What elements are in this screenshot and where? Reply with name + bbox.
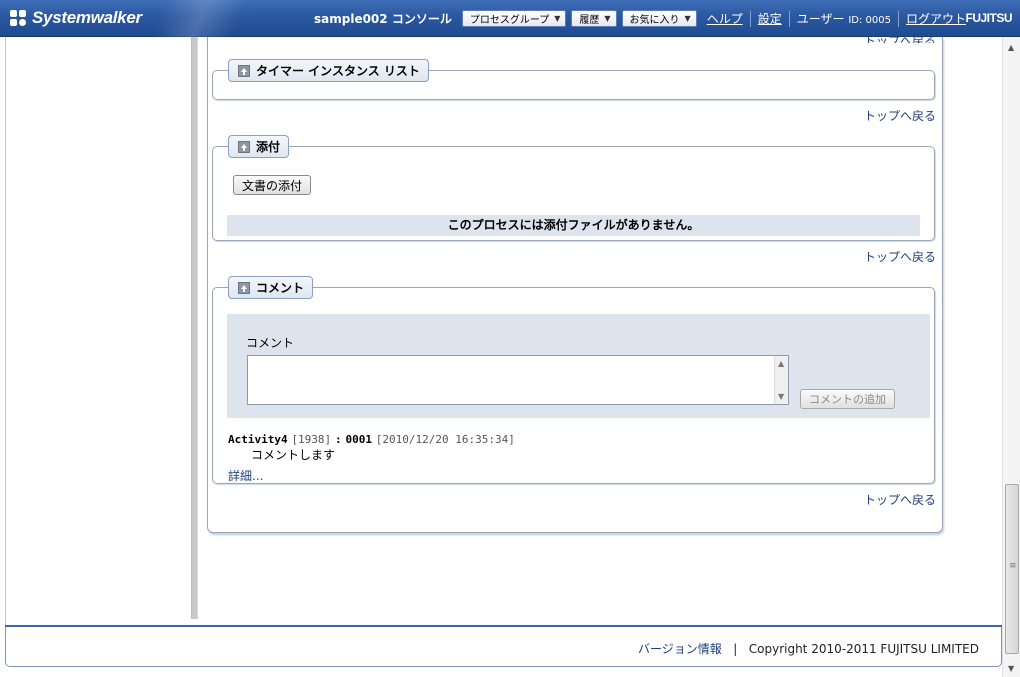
to-top-link-attachments[interactable]: トップへ戻る xyxy=(864,248,936,265)
user-info: ユーザー ID: 0005 xyxy=(797,10,891,27)
process-group-label: プロセスグループ xyxy=(469,15,550,26)
up-arrow-icon xyxy=(238,64,250,77)
up-arrow-icon xyxy=(238,281,250,294)
settings-link[interactable]: 設定 xyxy=(758,10,782,27)
to-top-link-partial[interactable]: トップへ戻る xyxy=(864,30,936,43)
version-info-link[interactable]: バージョン情報 xyxy=(638,642,722,656)
user-id: ID: 0005 xyxy=(848,15,891,26)
to-top-link-comments[interactable]: トップへ戻る xyxy=(864,491,936,508)
to-top-link-timer[interactable]: トップへ戻る xyxy=(864,107,936,124)
fujitsu-logo: FUJITSU xyxy=(965,11,1012,25)
attach-document-label: 文書の添付 xyxy=(242,178,303,193)
up-arrow-icon xyxy=(238,140,250,153)
comment-text: コメントします xyxy=(251,448,336,462)
attach-document-button[interactable]: 文書の添付 xyxy=(233,175,312,195)
header-nav: sample002 コンソール プロセスグループ ▼ 履歴 ▼ お気に入り ▼ … xyxy=(314,10,971,27)
comment-activity: Activity4 xyxy=(228,433,288,446)
scroll-up-icon[interactable]: ▲ xyxy=(778,359,784,368)
nav-divider xyxy=(897,10,899,27)
add-comment-label: コメントの追加 xyxy=(809,393,886,406)
systemwalker-logo-icon xyxy=(10,10,28,26)
timer-section-title: タイマー インスタンス リスト xyxy=(256,64,420,78)
logout-link[interactable]: ログアウト xyxy=(906,10,966,27)
comment-textarea[interactable]: ▲ ▼ xyxy=(247,355,789,405)
page-scrollbar[interactable]: ▲ ≡ ▼ xyxy=(1002,37,1020,677)
app-name: Systemwalker xyxy=(32,8,142,27)
help-link[interactable]: ヘルプ xyxy=(707,10,743,27)
splitter-bar[interactable] xyxy=(191,37,198,619)
scroll-up-icon[interactable]: ▲ xyxy=(1008,43,1014,52)
copyright-text: Copyright 2010-2011 FUJITSU LIMITED xyxy=(748,642,979,656)
user-label: ユーザー xyxy=(796,12,845,26)
favorites-dropdown[interactable]: お気に入り ▼ xyxy=(621,10,697,27)
add-comment-button[interactable]: コメントの追加 xyxy=(800,389,895,409)
comments-section-header[interactable]: コメント xyxy=(228,276,314,299)
textarea-scrollbar[interactable]: ▲ ▼ xyxy=(774,356,788,404)
scroll-down-icon[interactable]: ▼ xyxy=(778,392,784,401)
comments-section-title: コメント xyxy=(256,281,305,295)
page-footer: バージョン情報 | Copyright 2010-2011 FUJITSU LI… xyxy=(5,627,1002,667)
comment-user: 0001 xyxy=(345,433,372,446)
nav-divider xyxy=(749,10,751,27)
comment-activity-id: [1938] xyxy=(291,433,332,446)
history-dropdown[interactable]: 履歴 ▼ xyxy=(571,10,617,27)
footer-divider-bar: | xyxy=(733,642,738,656)
left-frame-edge xyxy=(5,37,6,627)
header-shine xyxy=(140,0,260,37)
scroll-down-icon[interactable]: ▼ xyxy=(1008,664,1014,673)
chevron-down-icon: ▼ xyxy=(554,14,561,23)
comment-entry-header: Activity4 [1938] : 0001 [2010/12/20 16:3… xyxy=(228,432,515,446)
chevron-down-icon: ▼ xyxy=(604,14,611,23)
console-title: sample002 コンソール xyxy=(314,12,452,26)
comment-field-label: コメント xyxy=(246,336,295,350)
no-attachments-message: このプロセスには添付ファイルがありません。 xyxy=(227,215,920,236)
footer-text: バージョン情報 | Copyright 2010-2011 FUJITSU LI… xyxy=(638,640,979,657)
timer-section-header[interactable]: タイマー インスタンス リスト xyxy=(228,59,429,82)
comment-separator: : xyxy=(335,433,342,446)
history-label: 履歴 xyxy=(579,15,600,26)
chevron-down-icon: ▼ xyxy=(684,14,691,23)
timer-instance-section: タイマー インスタンス リスト xyxy=(212,59,935,100)
favorites-label: お気に入り xyxy=(629,15,680,26)
attachments-section-title: 添付 xyxy=(256,140,281,154)
attachments-section-header[interactable]: 添付 xyxy=(228,135,290,158)
systemwalker-logo: Systemwalker xyxy=(10,8,142,28)
scrollbar-grip-icon: ≡ xyxy=(1009,561,1017,571)
process-group-dropdown[interactable]: プロセスグループ ▼ xyxy=(461,10,567,27)
comment-timestamp: [2010/12/20 16:35:34] xyxy=(375,433,515,446)
nav-divider xyxy=(788,10,790,27)
details-link[interactable]: 詳細... xyxy=(228,467,263,484)
